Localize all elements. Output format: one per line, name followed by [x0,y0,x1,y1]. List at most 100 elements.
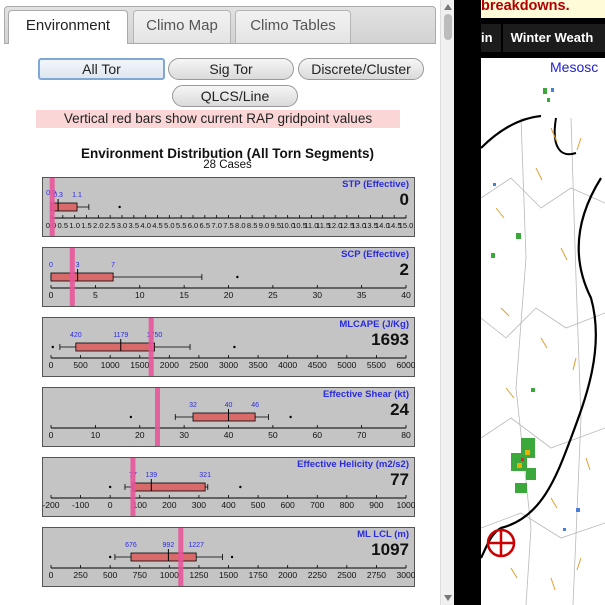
current-value-bar [69,248,75,306]
iqr-box [50,202,78,212]
x-tick-label: 1250 [189,570,208,580]
x-tick-label: 750 [133,570,148,580]
x-tick-label: 3000 [219,360,238,370]
outlier-point [289,415,292,419]
environment-panel: Environment Climo Map Climo Tables All T… [0,0,440,605]
x-tick-label: 35 [357,290,367,300]
x-tick-label: 2500 [189,360,208,370]
panel-scrollbar[interactable] [440,0,455,605]
outlier-point [129,415,133,419]
x-tick-label: 3000 [396,570,415,580]
x-tick-label: 25 [268,290,278,300]
chart-title: SCP (Effective) [341,249,409,260]
tab-climo-tables[interactable]: Climo Tables [235,10,351,43]
quartile-label: 0 [49,262,53,269]
x-tick-label: 3500 [249,360,268,370]
x-tick-label: -100 [72,500,89,510]
quartile-label: 3 [76,262,80,269]
x-tick-label: 2.5 [105,221,116,230]
outlier-point [239,485,242,489]
quartile-label: 139 [145,472,157,479]
x-tick-label: 700 [310,500,325,510]
x-tick-label: 3.5 [129,221,140,230]
iqr-box [132,482,206,492]
current-value-bar [130,458,136,516]
x-tick-label: 10 [91,430,101,440]
current-value-label: 24 [390,400,409,419]
quartile-label: 1227 [188,542,204,549]
x-tick-label: 5000 [337,360,356,370]
box-plot-3: 0 10 20 30 40 50 60 70 80 Effective Shear (kt)24 3… [42,387,415,447]
quartile-label: 321 [199,472,211,479]
quartile-label: 420 [70,332,82,339]
quartile-label: 1.1 [72,192,82,199]
quartile-label: 0.3 [53,192,63,199]
outlier-point [230,555,234,559]
scroll-up-arrow-icon[interactable] [444,4,452,10]
current-value-bar [49,178,55,236]
quartile-label: 46 [251,402,259,409]
x-tick-label: 200 [162,500,177,510]
x-tick-label: 300 [192,500,207,510]
current-value-bar [148,318,154,376]
x-tick-label: 800 [340,500,355,510]
x-tick-label: 60 [312,430,322,440]
qlcs-line-button[interactable]: QLCS/Line [172,85,298,107]
outlier-point [236,275,239,279]
x-tick-label: 6.5 [200,221,211,230]
map-banner: breakdowns. [481,0,605,18]
x-tick-label: 4500 [308,360,327,370]
current-value-label: 0 [400,190,409,209]
iqr-box [192,412,256,422]
chart-title: STP (Effective) [342,179,409,190]
tab-bar: Environment Climo Map Climo Tables [4,6,436,44]
x-tick-label: 1750 [249,570,268,580]
mesoscale-map-panel: breakdowns. in Winter Weath Mesosc [454,0,605,605]
quartile-label: 992 [163,542,175,549]
scroll-down-arrow-icon[interactable] [444,595,452,601]
x-tick-label: 900 [369,500,384,510]
chart-title: Effective Helicity (m2/s2) [297,459,409,470]
x-tick-label: 4.0 [140,221,151,230]
quartile-label: 40 [225,402,233,409]
x-tick-label: 2250 [308,570,327,580]
map-title: Mesosc [550,59,599,75]
x-tick-label: 8.5 [247,221,258,230]
scroll-thumb[interactable] [444,14,452,40]
x-tick-label: 40 [224,430,234,440]
x-tick-label: 40 [401,290,411,300]
tab-climo-map[interactable]: Climo Map [133,10,231,43]
x-tick-label: 0 [108,500,113,510]
mesoscale-map-image[interactable] [480,58,605,605]
nav-item-winter-weather[interactable]: Winter Weath [511,30,594,45]
current-value-bar [155,388,160,446]
x-tick-label: 2500 [337,570,356,580]
outlier-point [233,345,236,349]
x-tick-label: 1000 [160,570,179,580]
x-tick-label: 4000 [278,360,297,370]
x-tick-label: 1500 [130,360,149,370]
iqr-box [75,342,155,352]
x-tick-label: 4.5 [152,221,163,230]
x-tick-label: 7.5 [223,221,234,230]
x-tick-label: 30 [312,290,322,300]
x-tick-label: 20 [224,290,234,300]
sig-tor-button[interactable]: Sig Tor [168,58,294,80]
x-tick-label: 2000 [160,360,179,370]
x-tick-label: 2750 [367,570,386,580]
x-tick-label: 1.5 [81,221,92,230]
all-tor-button[interactable]: All Tor [38,58,165,80]
tab-environment[interactable]: Environment [8,10,128,44]
nav-item-in[interactable]: in [481,30,493,45]
box-plot-1: 0 5 10 15 20 25 30 35 40SCP (Effective)20 3 7 [42,247,415,307]
x-tick-label: 1000 [396,500,415,510]
current-value-bar [178,528,184,586]
current-value-label: 1693 [371,330,409,349]
x-tick-label: 70 [357,430,367,440]
x-tick-label: 500 [73,360,88,370]
quartile-label: 7 [111,262,115,269]
discrete-cluster-button[interactable]: Discrete/Cluster [298,58,424,80]
outlier-point [51,345,54,349]
x-tick-label: 5 [93,290,98,300]
quartile-label: 32 [189,402,197,409]
